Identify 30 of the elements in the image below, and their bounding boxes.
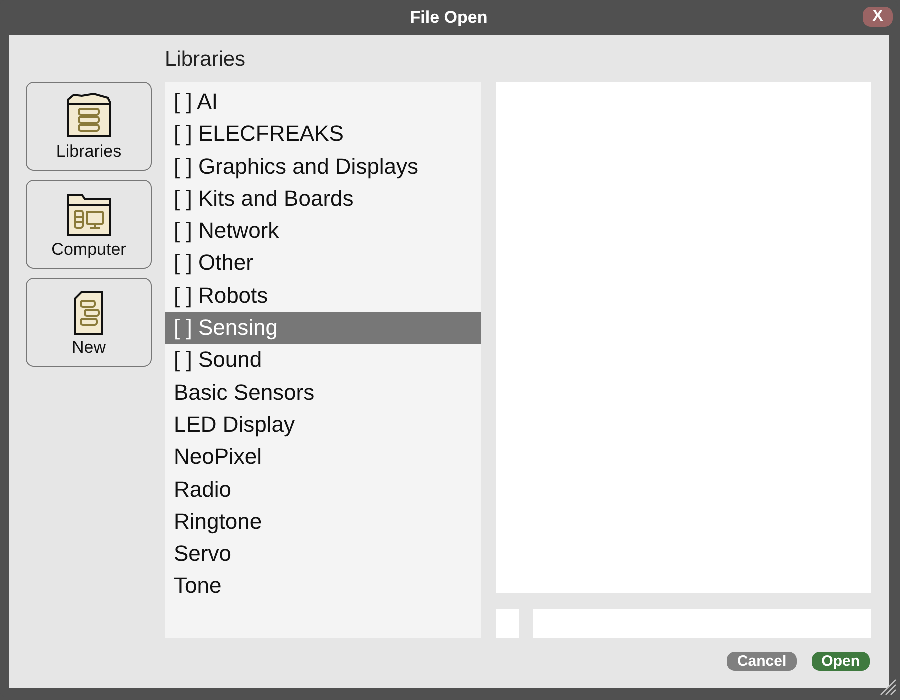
list-item[interactable]: [ ] AI — [165, 86, 481, 118]
list-item[interactable]: Basic Sensors — [165, 376, 481, 409]
open-button[interactable]: Open — [812, 652, 870, 671]
resize-grip-icon[interactable] — [879, 678, 897, 696]
list-item[interactable]: [ ] Network — [165, 215, 481, 248]
sidebar-button[interactable]: Libraries — [26, 82, 152, 171]
list-item[interactable]: [ ] Sound — [165, 344, 481, 377]
window-title: File Open — [410, 6, 488, 29]
document-icon — [72, 290, 106, 336]
list-item[interactable]: LED Display — [165, 408, 481, 442]
file-type-box — [496, 609, 519, 638]
list-heading: Libraries — [165, 47, 247, 73]
list-item[interactable]: [ ] Graphics and Displays — [165, 150, 481, 183]
list-item[interactable]: [ ] Sensing — [165, 312, 481, 344]
list-item[interactable]: NeoPixel — [165, 441, 481, 474]
book-folder-icon — [64, 92, 114, 140]
cancel-button[interactable]: Cancel — [727, 652, 797, 671]
list-item[interactable]: [ ] Kits and Boards — [165, 182, 481, 216]
list-item[interactable]: [ ] Robots — [165, 280, 481, 312]
sidebar-button[interactable]: New — [26, 278, 152, 367]
list-item[interactable]: [ ] Other — [165, 247, 481, 280]
computer-folder-icon — [64, 192, 114, 238]
list-item[interactable]: [ ] ELECFREAKS — [165, 118, 481, 151]
list-item[interactable]: Radio — [165, 474, 481, 506]
list-item[interactable]: Servo — [165, 538, 481, 570]
sidebar-button[interactable]: Computer — [26, 180, 152, 269]
list-item[interactable]: Tone — [165, 570, 481, 603]
list-item[interactable]: Ringtone — [165, 506, 481, 538]
file-name-field[interactable] — [533, 609, 871, 638]
close-button[interactable]: X — [863, 7, 893, 27]
